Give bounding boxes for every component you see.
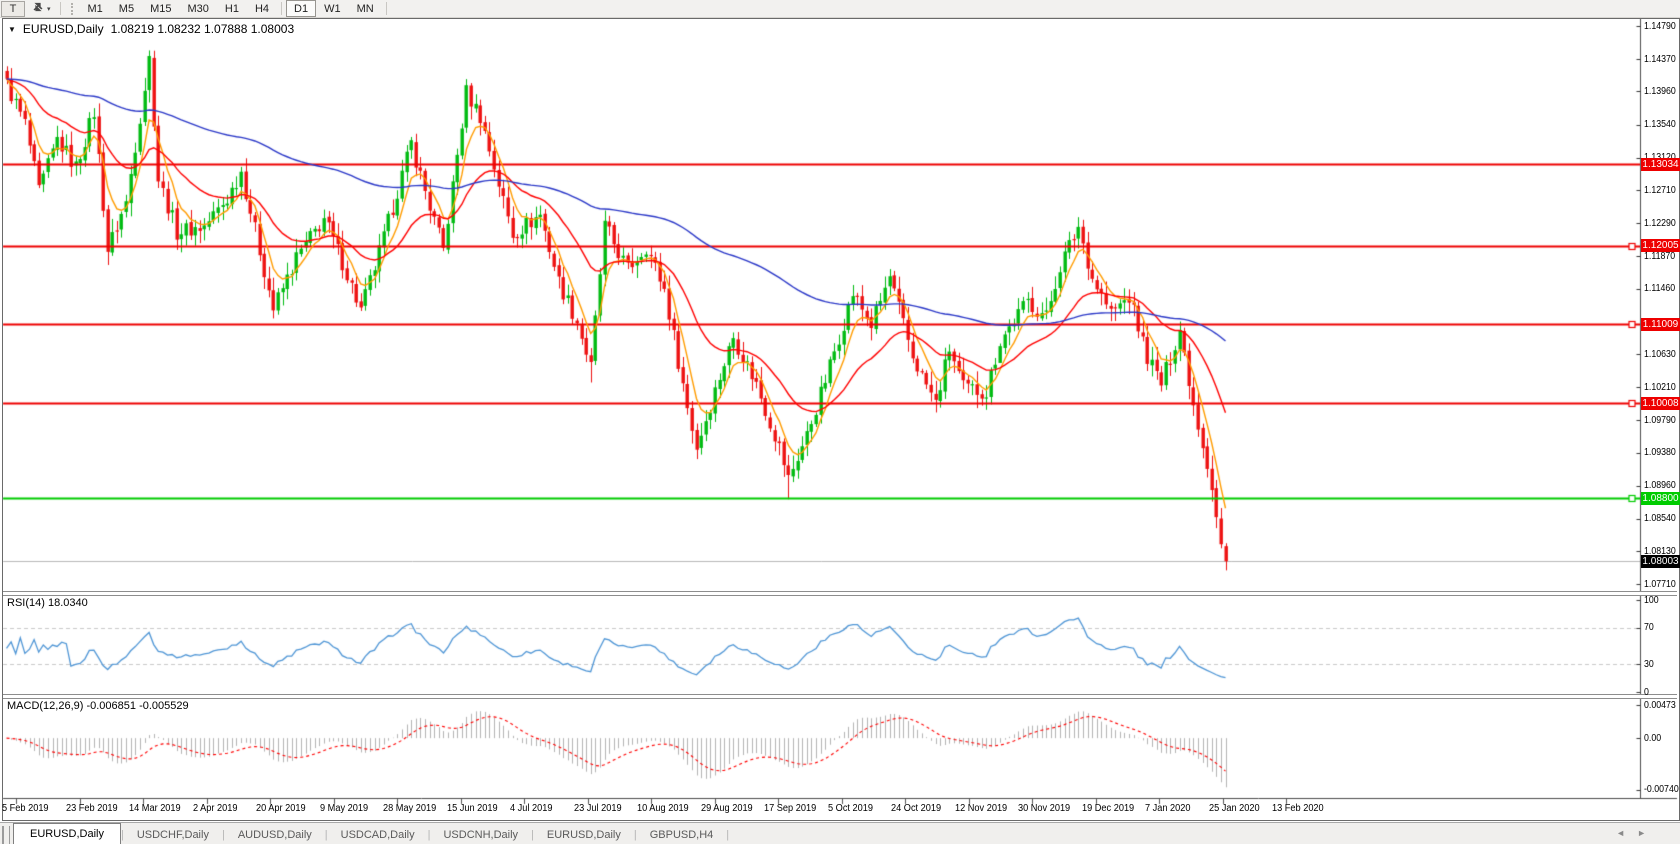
trading-terminal: T ▾ M1M5M15M30H1H4 D1W1MN ▼ EURUSD,Daily … <box>0 0 1680 844</box>
rsi-tick-label: 70 <box>1644 622 1654 633</box>
price-tick-label: 1.11460 <box>1644 283 1675 294</box>
level-price-tag: 1.13034 <box>1641 158 1680 171</box>
date-axis-label: 10 Aug 2019 <box>637 803 689 814</box>
date-axis-label: 20 Apr 2019 <box>256 803 306 814</box>
toolbar-separator <box>386 2 387 15</box>
chart-ohlc-values: 1.08219 1.08232 1.07888 1.08003 <box>111 22 295 36</box>
level-price-tag: 1.08800 <box>1641 492 1680 505</box>
top-toolbar: T ▾ M1M5M15M30H1H4 D1W1MN <box>0 0 1680 18</box>
date-axis-label: 5 Oct 2019 <box>828 803 873 814</box>
chart-tab-3[interactable]: USDCAD,Daily <box>328 825 428 844</box>
timeframe-button-h1[interactable]: H1 <box>217 0 247 17</box>
tab-scroll-left-icon[interactable]: ◄ <box>1616 828 1625 838</box>
bid-price-tag: 1.08003 <box>1641 555 1680 568</box>
timeframe-button-m15[interactable]: M15 <box>142 0 179 17</box>
macd-tick-label: 0.00 <box>1644 733 1661 744</box>
rsi-indicator-label: RSI(14) 18.0340 <box>7 597 88 609</box>
date-axis-label: 4 Jul 2019 <box>510 803 552 814</box>
level-price-tag: 1.12005 <box>1641 239 1680 252</box>
timeframe-button-m30[interactable]: M30 <box>179 0 216 17</box>
rsi-tick-label: 30 <box>1644 659 1654 670</box>
chart-collapse-icon[interactable]: ▼ <box>8 25 16 34</box>
toolbar-grip <box>71 3 76 15</box>
tab-bar-grip <box>2 826 10 844</box>
chart-symbol-label: EURUSD,Daily <box>23 22 104 36</box>
price-tick-label: 1.13960 <box>1644 86 1676 97</box>
date-axis-label: 30 Nov 2019 <box>1018 803 1070 814</box>
date-axis-label: 14 Mar 2019 <box>129 803 181 814</box>
price-tick-label: 1.10630 <box>1644 349 1676 360</box>
date-axis-label: 5 Feb 2019 <box>2 803 49 814</box>
date-axis-label: 2 Apr 2019 <box>193 803 238 814</box>
price-tick-label: 1.09380 <box>1644 447 1676 458</box>
price-tick-label: 1.12710 <box>1644 185 1676 196</box>
tab-scroll-arrows: ◄ ► <box>1616 828 1646 838</box>
price-tick-label: 1.08540 <box>1644 513 1676 524</box>
date-axis-label: 29 Aug 2019 <box>701 803 753 814</box>
price-tick-label: 1.07710 <box>1644 579 1676 590</box>
chart-tab-4[interactable]: USDCNH,Daily <box>430 825 531 844</box>
price-tick-label: 1.10210 <box>1644 382 1676 393</box>
price-tick-label: 1.08960 <box>1644 480 1676 491</box>
toolbar-separator <box>60 2 61 15</box>
level-price-tag: 1.10008 <box>1641 397 1680 410</box>
price-tick-label: 1.13540 <box>1644 119 1676 130</box>
date-axis-label: 19 Dec 2019 <box>1082 803 1134 814</box>
macd-panel-splitter[interactable] <box>3 694 1677 699</box>
chart-tab-bar: EURUSD,Daily|USDCHF,Daily|AUDUSD,Daily|U… <box>0 822 1680 844</box>
rsi-tick-label: 0 <box>1644 687 1649 698</box>
date-axis-label: 13 Feb 2020 <box>1272 803 1324 814</box>
timeframe-button-m5[interactable]: M5 <box>111 0 142 17</box>
timeframe-button-w1[interactable]: W1 <box>316 0 349 17</box>
text-tool-button[interactable]: T <box>1 1 25 17</box>
chart-canvas[interactable] <box>0 0 1680 844</box>
macd-indicator-label: MACD(12,26,9) -0.006851 -0.005529 <box>7 700 189 712</box>
date-axis-label: 23 Jul 2019 <box>574 803 622 814</box>
chart-tab-2[interactable]: AUDUSD,Daily <box>225 825 325 844</box>
macd-tick-label: -0.00740 <box>1644 784 1679 795</box>
date-axis-label: 28 May 2019 <box>383 803 436 814</box>
date-axis-label: 9 May 2019 <box>320 803 368 814</box>
chart-tab-1[interactable]: USDCHF,Daily <box>124 825 222 844</box>
date-axis-label: 12 Nov 2019 <box>955 803 1007 814</box>
date-axis-label: 24 Oct 2019 <box>891 803 941 814</box>
date-axis-label: 17 Sep 2019 <box>764 803 816 814</box>
price-tick-label: 1.14370 <box>1644 54 1676 65</box>
date-axis-label: 7 Jan 2020 <box>1145 803 1191 814</box>
arrows-tool-button[interactable]: ▾ <box>27 1 55 17</box>
toolbar-separator <box>281 2 282 15</box>
price-tick-label: 1.11870 <box>1644 251 1675 262</box>
arrows-tool-icon <box>31 1 45 16</box>
timeframe-button-mn[interactable]: MN <box>349 0 382 17</box>
chart-tab-0[interactable]: EURUSD,Daily <box>13 823 121 844</box>
date-axis-label: 15 Jun 2019 <box>447 803 498 814</box>
timeframe-button-m1[interactable]: M1 <box>80 0 111 17</box>
timeframe-button-h4[interactable]: H4 <box>247 0 277 17</box>
rsi-panel-splitter[interactable] <box>3 591 1677 596</box>
chart-tab-5[interactable]: EURUSD,Daily <box>534 825 634 844</box>
price-tick-label: 1.14790 <box>1644 21 1676 32</box>
rsi-tick-label: 100 <box>1644 595 1659 606</box>
chart-tab-6[interactable]: GBPUSD,H4 <box>637 825 727 844</box>
price-tick-label: 1.09790 <box>1644 415 1676 426</box>
date-axis-label: 25 Jan 2020 <box>1209 803 1260 814</box>
timeframe-button-group: M1M5M15M30H1H4 D1W1MN <box>80 0 391 17</box>
level-price-tag: 1.11009 <box>1641 318 1680 331</box>
tool-dropdown-caret-icon[interactable]: ▾ <box>47 5 51 13</box>
timeframe-button-d1[interactable]: D1 <box>286 0 316 17</box>
date-axis-label: 23 Feb 2019 <box>66 803 118 814</box>
macd-tick-label: 0.00473 <box>1644 700 1676 711</box>
chart-header: ▼ EURUSD,Daily 1.08219 1.08232 1.07888 1… <box>8 22 294 36</box>
price-tick-label: 1.12290 <box>1644 218 1676 229</box>
tab-separator: | <box>726 829 729 844</box>
tab-scroll-right-icon[interactable]: ► <box>1637 828 1646 838</box>
